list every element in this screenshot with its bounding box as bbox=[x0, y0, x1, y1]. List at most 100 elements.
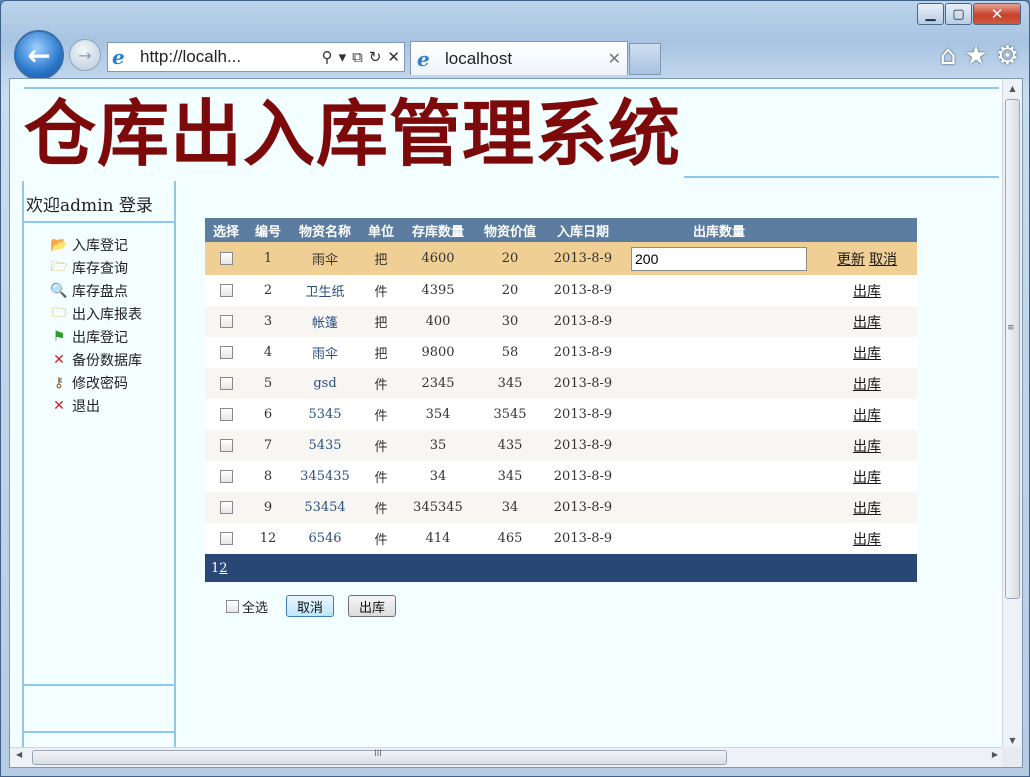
table-row: 4 雨伞把 9800 58 2013-8-9 出库 bbox=[205, 337, 917, 368]
page-content: 仓库出入库管理系统 欢迎admin 登录 📂 入库登记 🗁 库存查询 🔍 库存盘点 🗀… bbox=[10, 79, 1004, 749]
cell-value: 3545 bbox=[475, 399, 545, 430]
grid-actions: 全选 取消 出库 bbox=[226, 595, 410, 617]
out-stock-link[interactable]: 出库 bbox=[853, 532, 881, 548]
row-checkbox[interactable] bbox=[219, 439, 233, 452]
horizontal-scrollbar[interactable]: ◀ III ▶ bbox=[10, 747, 1004, 767]
row-checkbox[interactable] bbox=[219, 377, 233, 390]
sidebar-item-report[interactable]: 🗀 出入库报表 bbox=[48, 302, 142, 325]
out-stock-link[interactable]: 出库 bbox=[853, 470, 881, 486]
grid-header-row: 选择 编号 物资名称 单位 存库数量 物资价值 入库日期 出库数量 bbox=[205, 218, 917, 242]
scroll-left-icon[interactable]: ◀ bbox=[16, 750, 22, 759]
row-checkbox[interactable] bbox=[219, 252, 233, 265]
cell-value: 20 bbox=[475, 275, 545, 306]
cell-out-qty bbox=[621, 368, 817, 399]
stop-icon[interactable]: ✕ bbox=[387, 48, 400, 66]
new-tab-button[interactable] bbox=[629, 43, 661, 75]
row-checkbox[interactable] bbox=[219, 315, 233, 328]
row-checkbox[interactable] bbox=[219, 532, 233, 545]
refresh-icon[interactable]: ↻ bbox=[369, 48, 382, 66]
out-stock-link[interactable]: 出库 bbox=[853, 377, 881, 393]
vertical-scroll-thumb[interactable] bbox=[1005, 99, 1020, 599]
tab-title: localhost bbox=[445, 48, 513, 68]
select-all-box[interactable] bbox=[226, 599, 239, 613]
sidebar-item-stock-query[interactable]: 🗁 库存查询 bbox=[48, 256, 142, 279]
table-row: 2 卫生纸件 4395 20 2013-8-9 出库 bbox=[205, 275, 917, 306]
table-row: 3 帐篷把 400 30 2013-8-9 出库 bbox=[205, 306, 917, 337]
cell-out-qty bbox=[621, 306, 817, 337]
welcome-text: 欢迎admin 登录 bbox=[26, 196, 153, 216]
address-text[interactable]: http://localh... bbox=[140, 47, 322, 67]
minimize-button[interactable]: ▁ bbox=[917, 3, 944, 25]
out-stock-link[interactable]: 出库 bbox=[853, 439, 881, 455]
cell-qty: 35 bbox=[401, 430, 475, 461]
forward-button[interactable]: → bbox=[69, 39, 101, 71]
col-header-id: 编号 bbox=[247, 218, 289, 242]
scroll-right-icon[interactable]: ▶ bbox=[992, 750, 998, 759]
cell-unit: 件 bbox=[361, 523, 401, 554]
sidebar-item-stocktake[interactable]: 🔍 库存盘点 bbox=[48, 279, 142, 302]
close-window-button[interactable]: ✕ bbox=[973, 3, 1021, 25]
vertical-scrollbar[interactable]: ▲ ≡ ▼ bbox=[1002, 79, 1022, 749]
cell-id: 8 bbox=[247, 461, 289, 492]
row-checkbox[interactable] bbox=[219, 501, 233, 514]
cell-name: 5345 bbox=[289, 399, 361, 430]
browser-tab[interactable]: e localhost ✕ bbox=[410, 41, 628, 75]
cell-qty: 345345 bbox=[401, 492, 475, 523]
cell-unit: 把 bbox=[361, 337, 401, 368]
sidebar-item-outbound[interactable]: ⚑ 出库登记 bbox=[48, 325, 142, 348]
out-stock-link[interactable]: 出库 bbox=[853, 315, 881, 331]
out-stock-link[interactable]: 出库 bbox=[853, 501, 881, 517]
cell-out-qty bbox=[621, 461, 817, 492]
table-row: 12 6546 件 414 465 2013-8-9 出库 bbox=[205, 523, 917, 554]
maximize-button[interactable]: ▢ bbox=[945, 3, 972, 25]
out-stock-link[interactable]: 出库 bbox=[853, 284, 881, 300]
cell-date: 2013-8-9 bbox=[545, 368, 621, 399]
tools-gear-icon[interactable]: ⚙ bbox=[996, 41, 1019, 71]
out-stock-link[interactable]: 出库 bbox=[853, 408, 881, 424]
cell-value: 30 bbox=[475, 306, 545, 337]
cell-name: 雨伞 bbox=[289, 337, 361, 368]
back-arrow-icon: ← bbox=[27, 38, 51, 72]
row-checkbox[interactable] bbox=[219, 346, 233, 359]
tab-close-icon[interactable]: ✕ bbox=[608, 49, 621, 68]
out-stock-link[interactable]: 出库 bbox=[853, 346, 881, 362]
row-checkbox[interactable] bbox=[219, 408, 233, 421]
row-checkbox[interactable] bbox=[219, 284, 233, 297]
cancel-edit-link[interactable]: 取消 bbox=[869, 252, 897, 268]
sidebar-item-logout[interactable]: ✕ 退出 bbox=[48, 394, 142, 417]
pager-link-page[interactable]: 2 bbox=[219, 561, 227, 576]
sidebar-menu: 📂 入库登记 🗁 库存查询 🔍 库存盘点 🗀 出入库报表 ⚑ 出库登记 ✕ 备份数据库 ⚷ 修… bbox=[48, 233, 142, 417]
cell-date: 2013-8-9 bbox=[545, 399, 621, 430]
cell-date: 2013-8-9 bbox=[545, 242, 621, 275]
folder-open-icon: 🗁 bbox=[50, 258, 68, 275]
scrollbar-corner bbox=[1002, 747, 1022, 767]
home-icon[interactable]: ⌂ bbox=[940, 41, 957, 71]
row-checkbox[interactable] bbox=[219, 470, 233, 483]
out-stock-button[interactable]: 出库 bbox=[348, 595, 397, 617]
cancel-button[interactable]: 取消 bbox=[286, 595, 335, 617]
table-row: 9 53454 件 345345 34 2013-8-9 出库 bbox=[205, 492, 917, 523]
select-all-checkbox[interactable]: 全选 bbox=[226, 597, 268, 616]
cell-value: 34 bbox=[475, 492, 545, 523]
search-icon[interactable]: ⚲ bbox=[322, 48, 333, 66]
cell-value: 345 bbox=[475, 368, 545, 399]
update-link[interactable]: 更新 bbox=[837, 252, 865, 268]
sidebar-item-backup[interactable]: ✕ 备份数据库 bbox=[48, 348, 142, 371]
cell-date: 2013-8-9 bbox=[545, 275, 621, 306]
cell-name: 帐篷 bbox=[289, 306, 361, 337]
out-qty-input[interactable] bbox=[631, 246, 807, 271]
cell-value: 435 bbox=[475, 430, 545, 461]
back-button[interactable]: ← bbox=[14, 30, 64, 80]
ie-icon: e bbox=[112, 45, 125, 69]
sidebar-item-label: 出入库报表 bbox=[72, 306, 142, 323]
sidebar-item-change-password[interactable]: ⚷ 修改密码 bbox=[48, 371, 142, 394]
favorites-star-icon[interactable]: ★ bbox=[964, 41, 987, 71]
address-bar[interactable]: e http://localh... ⚲ ▾ ⧉ ↻ ✕ bbox=[107, 42, 405, 72]
dropdown-icon[interactable]: ▾ bbox=[339, 48, 347, 66]
compat-view-icon[interactable]: ⧉ bbox=[352, 48, 363, 66]
stock-grid: 选择 编号 物资名称 单位 存库数量 物资价值 入库日期 出库数量 1 雨伞 把… bbox=[205, 218, 917, 582]
cell-date: 2013-8-9 bbox=[545, 306, 621, 337]
scroll-up-icon[interactable]: ▲ bbox=[1003, 79, 1022, 97]
sidebar-item-inbound[interactable]: 📂 入库登记 bbox=[48, 233, 142, 256]
sidebar-item-label: 备份数据库 bbox=[72, 352, 142, 369]
